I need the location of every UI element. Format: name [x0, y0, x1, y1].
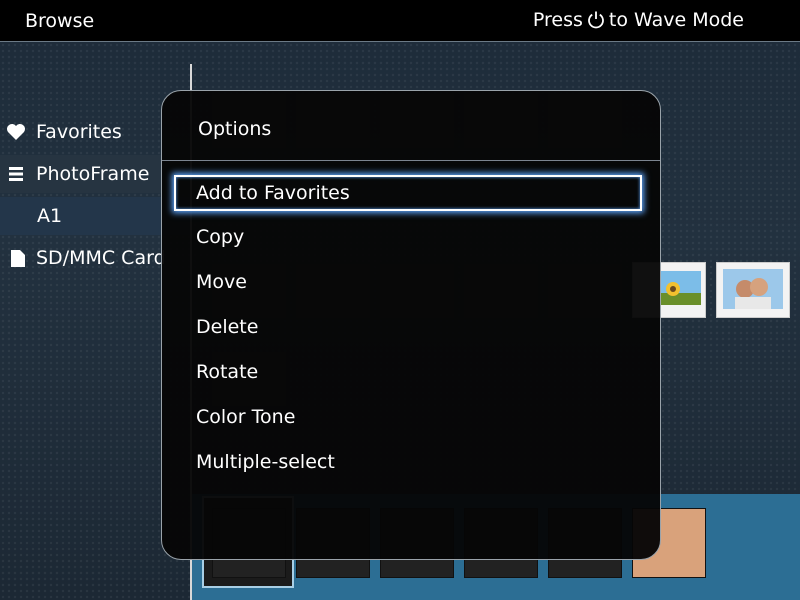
card-icon	[8, 248, 28, 268]
menu-item-add-to-favorites[interactable]: Add to Favorites	[174, 175, 642, 211]
page-title: Browse	[25, 10, 95, 32]
wave-mode-hint: Press to Wave Mode	[533, 9, 744, 31]
list-icon	[6, 164, 26, 184]
top-bar: Browse Press to Wave Mode	[0, 0, 800, 42]
menu-item-multiple-select[interactable]: Multiple-select	[174, 444, 642, 480]
sidebar-item-label: Favorites	[36, 121, 122, 143]
menu-item-rotate[interactable]: Rotate	[174, 354, 642, 390]
power-icon	[588, 11, 604, 29]
heart-icon	[6, 122, 26, 142]
hint-suffix: to Wave Mode	[608, 9, 744, 31]
options-dialog: Options Add to Favorites Copy Move Delet…	[161, 90, 661, 560]
hint-prefix: Press	[532, 9, 583, 31]
menu-item-delete[interactable]: Delete	[174, 309, 642, 345]
couple-photo	[723, 269, 783, 309]
menu-item-color-tone[interactable]: Color Tone	[174, 399, 642, 435]
menu-item-move[interactable]: Move	[174, 264, 642, 300]
dialog-title: Options	[198, 118, 272, 140]
menu-item-copy[interactable]: Copy	[174, 219, 642, 255]
dialog-divider	[162, 160, 660, 161]
sidebar-item-label: SD/MMC Card	[36, 247, 166, 269]
sidebar-item-label: A1	[37, 205, 63, 227]
photo-thumbnail[interactable]	[716, 262, 790, 318]
sidebar-item-label: PhotoFrame	[36, 163, 150, 185]
